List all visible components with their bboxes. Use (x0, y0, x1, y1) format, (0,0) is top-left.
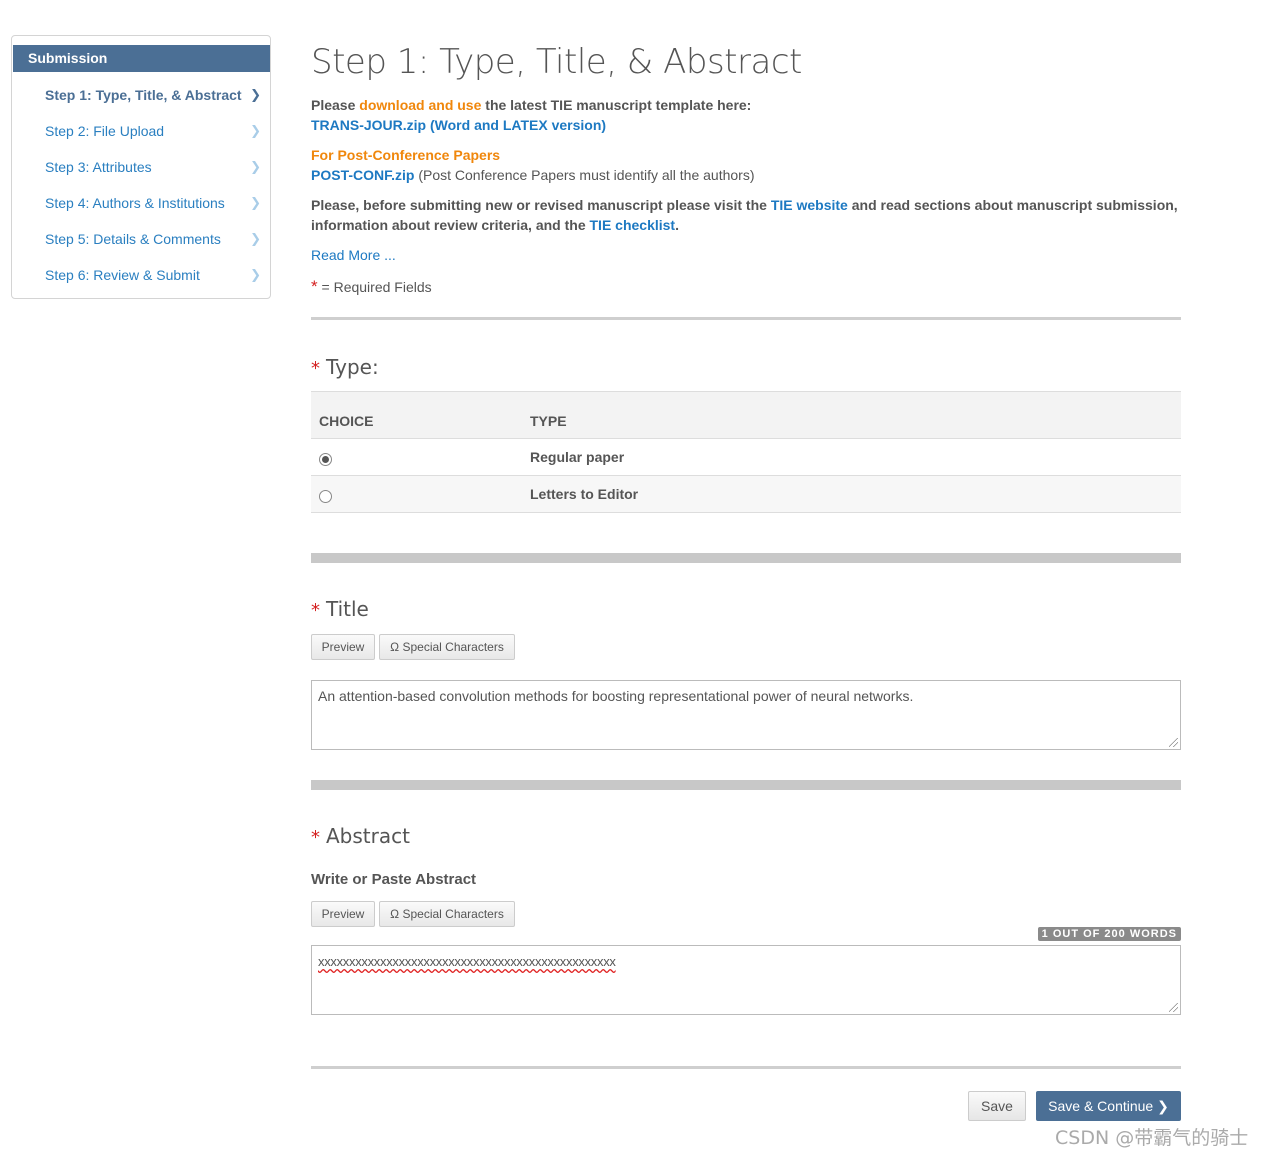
word-count-badge: 1 OUT OF 200 WORDS (1037, 927, 1181, 941)
abstract-subtitle: Write or Paste Abstract (311, 871, 477, 888)
abstract-special-characters-button[interactable]: Ω Special Characters (379, 901, 515, 927)
column-header-type: TYPE (530, 413, 567, 429)
sidebar-item-label: Step 6: Review & Submit (45, 267, 200, 283)
type-radio-letters-to-editor[interactable] (319, 490, 332, 503)
sidebar-item-label: Step 1: Type, Title, & Abstract (45, 87, 242, 103)
divider (311, 553, 1181, 563)
required-asterisk: * (311, 600, 320, 621)
type-table: CHOICE TYPE Regular paper Letters to Edi… (311, 391, 1181, 513)
post-conf-link[interactable]: POST-CONF.zip (311, 167, 414, 183)
table-header-row: CHOICE TYPE (311, 392, 1181, 439)
chevron-right-icon: ❯ (250, 87, 261, 102)
table-row[interactable]: Regular paper (311, 439, 1181, 476)
abstract-textarea[interactable]: xxxxxxxxxxxxxxxxxxxxxxxxxxxxxxxxxxxxxxxx… (311, 945, 1181, 1015)
divider (311, 317, 1181, 320)
resize-handle-icon[interactable] (1169, 738, 1178, 747)
save-and-continue-button[interactable]: Save & Continue ❯ (1036, 1091, 1181, 1121)
type-label: Letters to Editor (530, 486, 639, 502)
read-more-link[interactable]: Read More ... (311, 245, 396, 265)
template-link[interactable]: TRANS-JOUR.zip (Word and LATEX version) (311, 115, 606, 135)
sidebar-item-step3[interactable]: Step 3: Attributes ❯ (45, 155, 267, 179)
post-conference-heading: For Post-Conference Papers (311, 147, 501, 163)
submission-notice-line1: Please, before submitting new or revised… (311, 197, 1178, 213)
abstract-section-title: * Abstract (311, 824, 410, 848)
type-section-title: * Type: (311, 355, 379, 379)
sidebar-item-step2[interactable]: Step 2: File Upload ❯ (45, 119, 267, 143)
download-link[interactable]: download and use (359, 97, 481, 113)
abstract-text: xxxxxxxxxxxxxxxxxxxxxxxxxxxxxxxxxxxxxxxx… (318, 954, 616, 969)
title-preview-button[interactable]: Preview (311, 634, 375, 660)
post-conference-line: POST-CONF.zip (Post Conference Papers mu… (311, 167, 755, 183)
divider (311, 780, 1181, 790)
sidebar-item-label: Step 2: File Upload (45, 123, 165, 139)
page-title: Step 1: Type, Title, & Abstract (311, 42, 802, 82)
sidebar-header: Submission (13, 45, 270, 72)
sidebar-item-step5[interactable]: Step 5: Details & Comments ❯ (45, 227, 267, 251)
tie-website-link[interactable]: TIE website (771, 197, 848, 213)
submission-notice-line2: information about review criteria, and t… (311, 217, 679, 233)
sidebar-item-label: Step 3: Attributes (45, 159, 152, 175)
required-fields-note: * = Required Fields (311, 277, 432, 296)
required-asterisk: * (311, 827, 320, 848)
required-asterisk: * (311, 277, 318, 296)
column-header-choice: CHOICE (319, 413, 374, 429)
submission-sidebar: Submission Step 1: Type, Title, & Abstra… (11, 35, 271, 299)
sidebar-item-step1[interactable]: Step 1: Type, Title, & Abstract ❯ (45, 83, 267, 107)
chevron-right-icon: ❯ (250, 267, 261, 282)
type-radio-regular-paper[interactable] (319, 453, 332, 466)
template-instructions: Please download and use the latest TIE m… (311, 97, 752, 113)
title-text: An attention-based convolution methods f… (318, 688, 914, 704)
divider (311, 1066, 1181, 1069)
resize-handle-icon[interactable] (1169, 1003, 1178, 1012)
chevron-right-icon: ❯ (250, 159, 261, 174)
save-button[interactable]: Save (968, 1091, 1026, 1121)
watermark: CSDN @带霸气的骑士 (1055, 1127, 1249, 1149)
title-special-characters-button[interactable]: Ω Special Characters (379, 634, 515, 660)
chevron-right-icon: ❯ (250, 123, 261, 138)
sidebar-item-label: Step 5: Details & Comments (45, 231, 221, 247)
title-textarea[interactable]: An attention-based convolution methods f… (311, 680, 1181, 750)
table-row[interactable]: Letters to Editor (311, 476, 1181, 513)
title-section-title: * Title (311, 597, 369, 621)
sidebar-item-step6[interactable]: Step 6: Review & Submit ❯ (45, 263, 267, 287)
required-asterisk: * (311, 358, 320, 379)
tie-checklist-link[interactable]: TIE checklist (590, 217, 676, 233)
chevron-right-icon: ❯ (1157, 1098, 1169, 1114)
sidebar-item-label: Step 4: Authors & Institutions (45, 195, 225, 211)
abstract-preview-button[interactable]: Preview (311, 901, 375, 927)
type-label: Regular paper (530, 449, 625, 465)
sidebar-item-step4[interactable]: Step 4: Authors & Institutions ❯ (45, 191, 267, 215)
chevron-right-icon: ❯ (250, 231, 261, 246)
chevron-right-icon: ❯ (250, 195, 261, 210)
